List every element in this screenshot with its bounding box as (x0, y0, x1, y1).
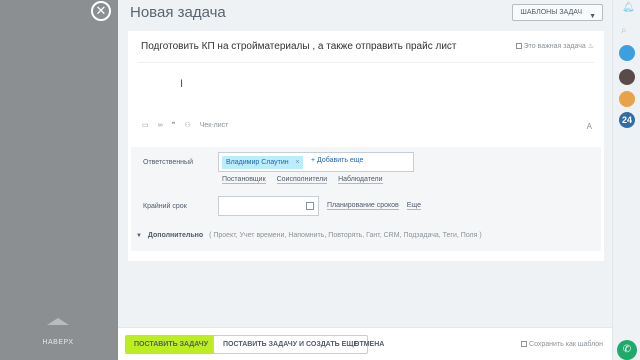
role-observers-link[interactable]: Наблюдатели (338, 176, 383, 184)
quote-icon[interactable]: ❞ (172, 121, 176, 129)
role-creator-link[interactable]: Постановщик (222, 176, 266, 184)
important-checkbox[interactable]: Это важная задача ♨ (515, 42, 594, 50)
avatar[interactable] (619, 91, 635, 107)
form-footer: ПОСТАВИТЬ ЗАДАЧУ ПОСТАВИТЬ ЗАДАЧУ И СОЗД… (118, 327, 612, 360)
search-icon[interactable]: ⌕ (621, 25, 627, 36)
checkbox-icon (515, 43, 522, 49)
phone-icon[interactable]: ✆ (617, 340, 637, 360)
create-and-more-button[interactable]: ПОСТАВИТЬ ЗАДАЧУ И СОЗДАТЬ ЕЩЕ (213, 335, 369, 354)
bell-icon[interactable]: 🔔︎ (622, 2, 635, 13)
scroll-top-button[interactable]: НАВЕРХ (38, 318, 78, 349)
create-task-button[interactable]: ПОСТАВИТЬ ЗАДАЧУ (125, 335, 218, 354)
additional-options: ( Проект, Учет времени, Напомнить, Повто… (209, 232, 482, 239)
save-template-checkbox[interactable]: Сохранить как шаблон (521, 341, 603, 348)
divider (138, 62, 594, 63)
user-name: Владимир Слаутин (226, 159, 289, 166)
scroll-top-label: НАВЕРХ (42, 339, 74, 346)
avatar[interactable] (619, 45, 635, 61)
important-label: Это важная задача (523, 43, 586, 50)
page-title: Новая задача (130, 4, 226, 21)
checkbox-icon (521, 341, 528, 347)
templates-button[interactable]: ШАБЛОНЫ ЗАДАЧ ▼ (512, 4, 603, 21)
chevron-up-icon (47, 318, 69, 325)
save-template-label: Сохранить как шаблон (529, 341, 603, 348)
chevron-down-icon: ▼ (589, 13, 596, 20)
remove-user-icon[interactable]: × (296, 156, 300, 169)
checklist-button[interactable]: Чек-лист (200, 122, 229, 129)
additional-label: Дополнительно (147, 232, 204, 239)
additional-toggle[interactable]: ▼ Дополнительно ( Проект, Учет времени, … (136, 232, 482, 239)
overlay-left[interactable]: ✕ НАВЕРХ (0, 0, 118, 360)
right-rail: 🔔︎ ⌕ 24 ✆ (612, 0, 640, 360)
user-chip[interactable]: Владимир Слаутин × (222, 156, 303, 169)
person-icon[interactable]: ⚇ (184, 121, 190, 129)
deadline-links: Планирование сроков Еще (327, 202, 427, 210)
text-cursor-icon: Ι (180, 78, 184, 90)
cancel-button[interactable]: ОТМЕНА (354, 335, 384, 354)
editor-toolbar: ▭ ∞ ❞ ⚇ Чек-лист (142, 121, 237, 130)
role-coexecutors-link[interactable]: Соисполнители (276, 176, 328, 184)
role-links: Постановщик Соисполнители Наблюдатели (222, 176, 392, 184)
more-link[interactable]: Еще (406, 202, 421, 210)
close-icon[interactable]: ✕ (91, 1, 111, 21)
deadline-label: Крайний срок (143, 203, 187, 210)
responsible-label: Ответственный (143, 159, 193, 166)
avatar[interactable] (619, 69, 635, 85)
chevron-down-icon: ▼ (136, 233, 142, 239)
templates-label: ШАБЛОНЫ ЗАДАЧ (520, 9, 582, 16)
task-title-input[interactable]: Подготовить КП на стройматериалы , а так… (141, 41, 457, 52)
calendar-icon[interactable] (306, 202, 314, 210)
bitrix24-icon[interactable]: 24 (619, 112, 635, 128)
task-slider: Новая задача ШАБЛОНЫ ЗАДАЧ ▼ Подготовить… (118, 0, 612, 360)
plan-dates-link[interactable]: Планирование сроков (327, 202, 399, 210)
link-icon[interactable]: ∞ (158, 122, 163, 129)
font-button[interactable]: A (587, 122, 592, 131)
responsible-field[interactable]: Владимир Слаутин × + Добавить еще (218, 152, 414, 172)
task-fields: Ответственный Владимир Слаутин × + Добав… (131, 147, 601, 251)
add-responsible-link[interactable]: + Добавить еще (311, 157, 363, 164)
task-form: Подготовить КП на стройматериалы , а так… (128, 31, 604, 261)
video-icon[interactable]: ▭ (142, 121, 149, 129)
flame-icon: ♨ (587, 43, 594, 50)
deadline-input[interactable] (218, 196, 319, 216)
